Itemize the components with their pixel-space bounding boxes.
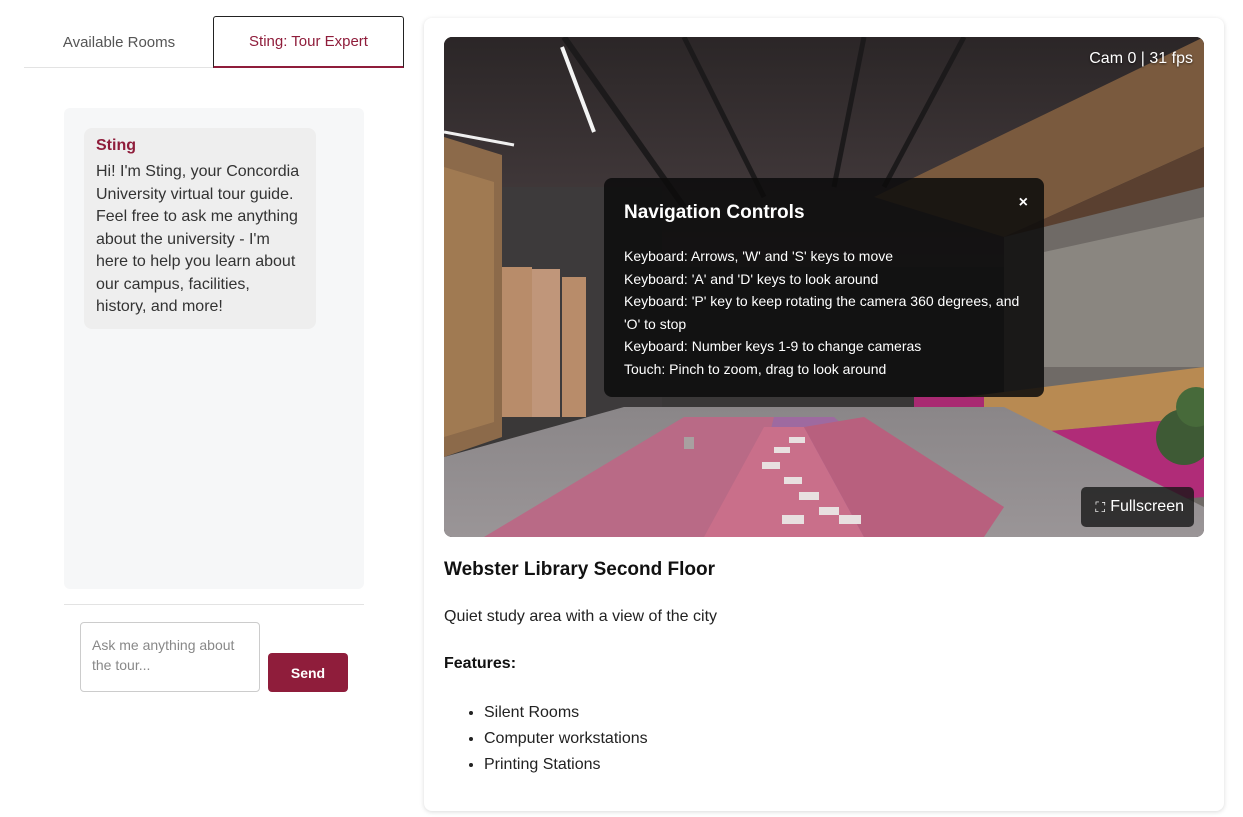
fullscreen-icon: ⛶ [1095, 498, 1106, 515]
chat-input[interactable] [80, 622, 260, 692]
room-card: Cam 0 | 31 fps Navigation Controls × Key… [424, 18, 1224, 811]
tab-bar: Available Rooms Sting: Tour Expert [24, 16, 404, 68]
navigation-controls-title: Navigation Controls [624, 202, 805, 223]
chat-messages-panel: Sting Hi! I'm Sting, your Concordia Univ… [64, 108, 364, 589]
feature-item: Silent Rooms [484, 700, 648, 726]
room-description: Quiet study area with a view of the city [444, 608, 718, 625]
send-button[interactable]: Send [268, 653, 348, 692]
feature-item: Computer workstations [484, 726, 648, 752]
navigation-controls-panel: Navigation Controls × Keyboard: Arrows, … [604, 178, 1044, 397]
nav-instruction: Touch: Pinch to zoom, drag to look aroun… [624, 360, 887, 377]
nav-instruction: Keyboard: Arrows, 'W' and 'S' keys to mo… [624, 248, 894, 264]
feature-item: Printing Stations [484, 752, 648, 778]
chat-message-bubble: Sting Hi! I'm Sting, your Concordia Univ… [84, 128, 316, 329]
message-sender: Sting [96, 137, 136, 154]
features-heading: Features: [444, 655, 517, 672]
close-icon[interactable]: × [1019, 194, 1028, 212]
nav-instruction: Keyboard: 'P' key to keep rotating the c… [624, 293, 1020, 332]
fullscreen-label: Fullscreen [1110, 498, 1184, 515]
message-text: Hi! I'm Sting, your Concordia University… [96, 163, 300, 315]
nav-instruction: Keyboard: 'A' and 'D' keys to look aroun… [624, 270, 879, 287]
camera-fps-readout: Cam 0 | 31 fps [1089, 50, 1193, 67]
nav-instruction: Keyboard: Number keys 1-9 to change came… [624, 338, 922, 354]
chat-divider [64, 604, 364, 605]
room-title: Webster Library Second Floor [444, 559, 715, 580]
fullscreen-button[interactable]: ⛶ Fullscreen [1081, 487, 1194, 527]
features-list: Silent Rooms Computer workstations Print… [464, 700, 648, 778]
tab-available-rooms[interactable]: Available Rooms [24, 16, 214, 68]
tour-viewer[interactable]: Cam 0 | 31 fps Navigation Controls × Key… [444, 37, 1204, 537]
tab-sting-tour-expert[interactable]: Sting: Tour Expert [213, 16, 404, 68]
